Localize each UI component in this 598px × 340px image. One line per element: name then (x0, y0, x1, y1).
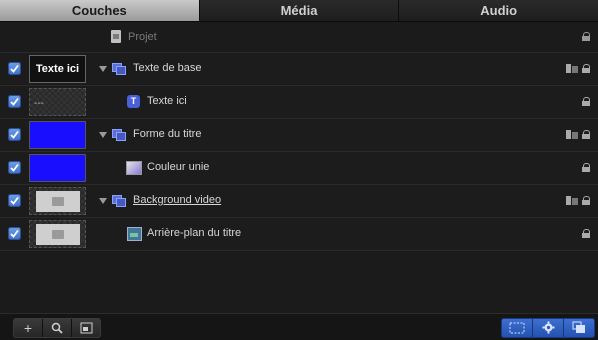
tab-bar: Couches Média Audio (0, 0, 598, 22)
blend-mode-icon[interactable] (566, 130, 578, 139)
tab-audio[interactable]: Audio (399, 0, 598, 21)
layer-row-texte-de-base[interactable]: Texte ici Texte de base (0, 53, 598, 86)
layer-thumbnail (29, 220, 86, 248)
thumbnail-text: --- (34, 98, 44, 109)
disclosure-triangle-icon[interactable] (99, 132, 107, 138)
search-button[interactable] (43, 319, 72, 337)
project-row[interactable]: Projet (0, 22, 598, 53)
layer-visibility-checkbox[interactable] (8, 227, 21, 240)
layer-thumbnail (29, 187, 86, 215)
thumbnail-text: Texte ici (35, 63, 80, 75)
layer-thumbnail (29, 121, 86, 149)
layer-name: Texte de base (133, 62, 202, 74)
layer-visibility-checkbox[interactable] (8, 62, 21, 75)
blend-mode-icon[interactable] (566, 64, 578, 73)
layer-visibility-checkbox[interactable] (8, 161, 21, 174)
lock-icon[interactable] (582, 97, 590, 106)
layer-name: Arrière-plan du titre (147, 227, 242, 239)
layers-stack-icon (572, 321, 585, 333)
layers-list: Texte ici Texte de base --- T Texte ici … (0, 53, 598, 251)
right-button-group (501, 318, 595, 338)
layer-name: Forme du titre (133, 128, 202, 140)
layer-visibility-checkbox[interactable] (8, 95, 21, 108)
settings-button[interactable] (533, 319, 564, 337)
layer-row-background-video[interactable]: Background video (0, 185, 598, 218)
generator-icon (126, 161, 142, 175)
tab-media[interactable]: Média (200, 0, 400, 21)
layer-visibility-checkbox[interactable] (8, 128, 21, 141)
group-icon (112, 63, 126, 75)
lock-icon[interactable] (582, 229, 590, 238)
group-icon (112, 195, 126, 207)
lock-icon[interactable] (582, 64, 590, 73)
text-layer-icon: T (127, 95, 140, 108)
left-button-group: + (13, 318, 101, 338)
disclosure-triangle-icon[interactable] (99, 66, 107, 72)
show-hide-button[interactable] (502, 319, 533, 337)
lock-icon[interactable] (582, 130, 590, 139)
gear-icon (542, 321, 554, 334)
layers-view-button[interactable] (564, 319, 594, 337)
layer-name: Background video (133, 194, 222, 206)
thumbnail-toggle-button[interactable] (72, 319, 100, 337)
lock-icon[interactable] (582, 196, 590, 205)
lock-icon[interactable] (582, 163, 590, 172)
project-icon (111, 30, 121, 43)
bottom-toolbar: + (0, 313, 598, 340)
lock-icon[interactable] (582, 32, 590, 41)
layer-row-couleur-unie[interactable]: Couleur unie (0, 152, 598, 185)
layer-name: Texte ici (147, 95, 187, 107)
disclosure-triangle-icon[interactable] (99, 198, 107, 204)
layer-name: Couleur unie (147, 161, 210, 173)
layer-thumbnail (29, 154, 86, 182)
add-button[interactable]: + (14, 319, 43, 337)
project-label: Projet (128, 31, 157, 43)
layer-row-texte-ici[interactable]: --- T Texte ici (0, 86, 598, 119)
image-icon (127, 227, 142, 241)
blend-mode-icon[interactable] (566, 196, 578, 205)
search-icon (51, 322, 63, 334)
layer-visibility-checkbox[interactable] (8, 194, 21, 207)
layer-thumbnail: --- (29, 88, 86, 116)
add-icon: + (23, 320, 33, 336)
layer-row-arriere-plan-du-titre[interactable]: Arrière-plan du titre (0, 218, 598, 251)
layer-row-forme-du-titre[interactable]: Forme du titre (0, 119, 598, 152)
layer-thumbnail: Texte ici (29, 55, 86, 83)
dashed-box-icon (509, 322, 525, 334)
tab-couches[interactable]: Couches (0, 0, 200, 21)
thumbnail-icon (80, 322, 92, 334)
group-icon (112, 129, 126, 141)
